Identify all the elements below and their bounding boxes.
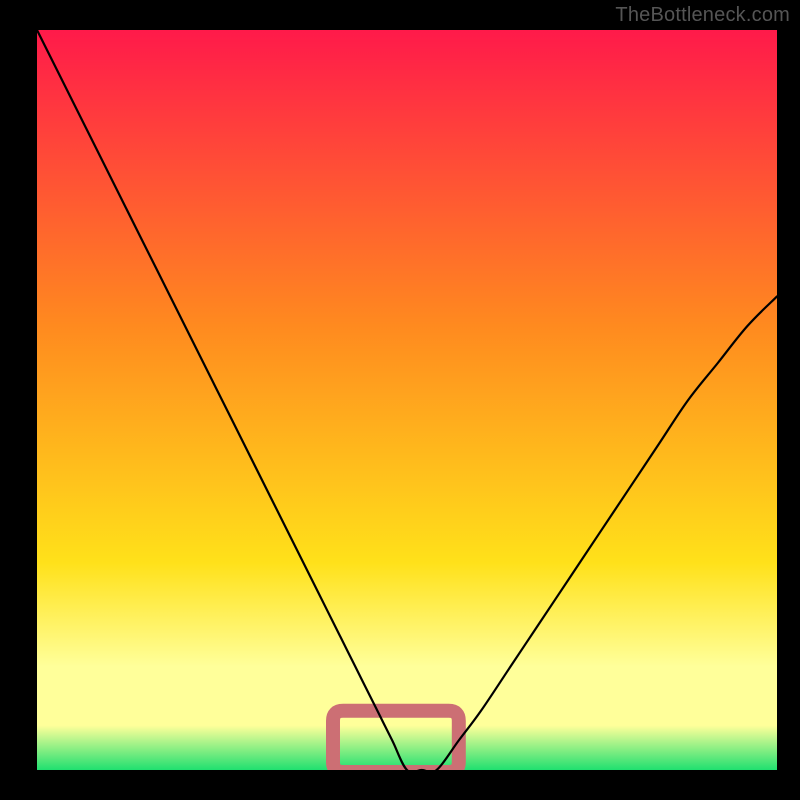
curve-line	[37, 30, 777, 770]
chart-stage: TheBottleneck.com	[0, 0, 800, 800]
plot-area	[37, 30, 777, 770]
highlight-band	[333, 711, 459, 770]
bottleneck-curve	[37, 30, 777, 770]
watermark-label: TheBottleneck.com	[615, 4, 790, 27]
